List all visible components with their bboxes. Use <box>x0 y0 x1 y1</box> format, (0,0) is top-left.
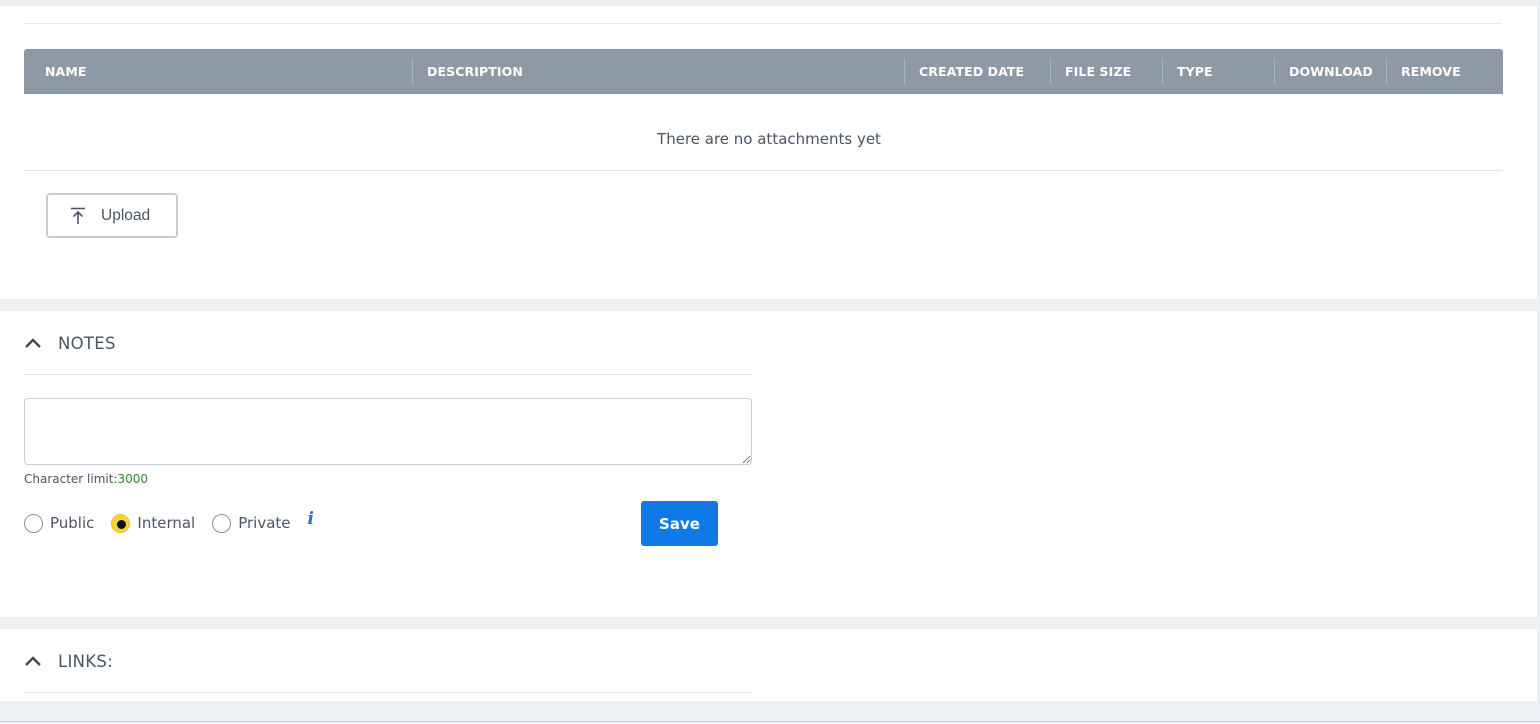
chevron-up-icon <box>25 338 41 348</box>
column-separator <box>1274 58 1275 85</box>
column-header-created-date[interactable]: CREATED DATE <box>919 49 1024 94</box>
radio-circle[interactable] <box>212 513 232 533</box>
upload-button-label: Upload <box>101 206 151 224</box>
divider <box>0 721 1540 722</box>
radio-circle-selected[interactable] <box>111 513 131 533</box>
column-separator <box>904 58 905 85</box>
radio-label-private: Private <box>238 514 291 532</box>
radio-internal[interactable]: Internal <box>111 513 196 533</box>
upload-button[interactable]: Upload <box>46 193 178 238</box>
visibility-radio-group: Public Internal Private i <box>24 509 314 535</box>
notes-textarea[interactable] <box>24 398 752 465</box>
divider <box>24 692 752 693</box>
column-separator <box>1050 58 1051 85</box>
notes-section: NOTES Character limit:3000 Public Intern… <box>0 311 1537 617</box>
column-separator <box>1162 58 1163 85</box>
empty-attachments-message: There are no attachments yet <box>657 130 881 148</box>
character-limit-label: Character limit: <box>24 472 118 486</box>
upload-arrow-icon <box>71 207 85 224</box>
column-header-name[interactable]: NAME <box>45 49 87 94</box>
divider <box>24 170 1502 171</box>
column-header-description[interactable]: DESCRIPTION <box>427 49 523 94</box>
links-section-toggle[interactable]: LINKS: <box>24 649 113 673</box>
character-limit: Character limit:3000 <box>24 472 148 486</box>
notes-section-toggle[interactable]: NOTES <box>24 331 116 355</box>
links-section: LINKS: <box>0 629 1537 701</box>
attachments-section: NAME DESCRIPTION CREATED DATE FILE SIZE … <box>0 6 1537 299</box>
info-icon[interactable]: i <box>308 509 314 529</box>
column-header-file-size[interactable]: FILE SIZE <box>1065 49 1131 94</box>
divider <box>24 23 1502 24</box>
radio-circle[interactable] <box>24 513 43 533</box>
column-separator <box>1386 58 1387 85</box>
column-separator <box>412 58 413 85</box>
column-header-remove[interactable]: REMOVE <box>1401 49 1461 94</box>
radio-public[interactable]: Public <box>24 513 95 533</box>
chevron-up-icon <box>25 656 41 666</box>
character-limit-value: 3000 <box>117 472 149 486</box>
radio-private[interactable]: Private <box>212 513 291 533</box>
radio-label-public: Public <box>50 514 95 532</box>
column-header-download[interactable]: DOWNLOAD <box>1289 49 1373 94</box>
save-button[interactable]: Save <box>641 501 718 546</box>
attachments-table-header: NAME DESCRIPTION CREATED DATE FILE SIZE … <box>24 49 1503 94</box>
radio-label-internal: Internal <box>137 514 196 532</box>
notes-section-title: NOTES <box>58 333 116 353</box>
column-header-type[interactable]: TYPE <box>1177 49 1213 94</box>
divider <box>24 374 752 375</box>
links-section-title: LINKS: <box>58 651 114 671</box>
